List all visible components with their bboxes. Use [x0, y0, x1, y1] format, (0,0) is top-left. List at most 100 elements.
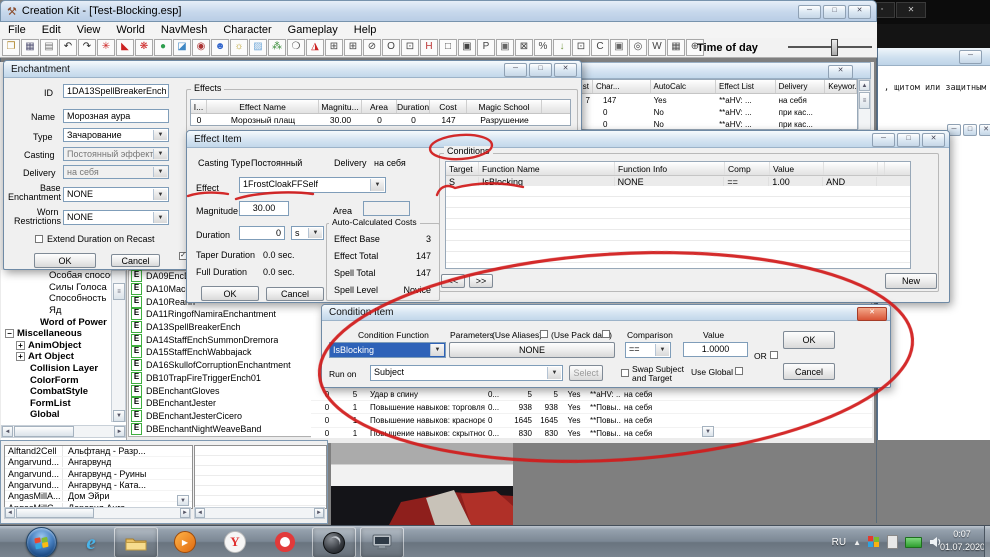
toolbar-icon[interactable]: ◣	[116, 39, 134, 56]
table-row[interactable]: 0No**aHV: ...при кас...	[579, 106, 857, 118]
tree-expander-icon[interactable]	[22, 376, 28, 385]
background-close-button[interactable]: ✕	[896, 2, 926, 18]
maximize-button[interactable]: □	[529, 63, 552, 77]
toolbar-icon[interactable]: □	[439, 39, 457, 56]
ok-button[interactable]: OK	[783, 331, 835, 349]
column-header[interactable]: Delivery	[776, 80, 826, 93]
scroll-right-icon[interactable]: ►	[180, 508, 190, 518]
tree-scrollbar[interactable]: ≡ ▼	[111, 270, 126, 422]
close-icon[interactable]: ✕	[979, 124, 990, 136]
menu-item[interactable]: File	[0, 24, 34, 36]
toolbar-icon[interactable]: ☼	[230, 39, 248, 56]
close-button[interactable]: ✕	[857, 307, 887, 321]
show-desktop-button[interactable]	[984, 526, 990, 557]
table-row[interactable]: 01Повышение навыков: скрытность и раз...…	[311, 428, 872, 438]
toolbar-icon[interactable]: ☻	[211, 39, 229, 56]
menu-item[interactable]: NavMesh	[153, 24, 215, 36]
toolbar-icon[interactable]: ◎	[629, 39, 647, 56]
toolbar-icon[interactable]: %	[534, 39, 552, 56]
menu-item[interactable]: Gameplay	[280, 24, 346, 36]
scroll-thumb[interactable]: ≡	[859, 92, 870, 109]
taskbar-explorer-button[interactable]	[114, 527, 158, 557]
scroll-down-icon[interactable]: ▼	[113, 410, 125, 422]
toolbar-icon[interactable]: ⊡	[572, 39, 590, 56]
tree-hscrollbar[interactable]: ◄ ►	[1, 425, 126, 438]
tree-item[interactable]: ColorForm	[1, 374, 126, 386]
column-header[interactable]: Value	[770, 162, 824, 175]
effect-item-titlebar[interactable]: Effect Item	[187, 131, 949, 148]
object-window-titlebar[interactable]: ✕	[575, 62, 871, 79]
parameters-button[interactable]: NONE	[449, 342, 615, 358]
table-header-row[interactable]: stChar...AutoCalcEffect ListDeliveryKeyw…	[579, 80, 857, 94]
tree-expander-icon[interactable]: +	[16, 352, 25, 361]
conditions-header-row[interactable]: TargetFunction NameFunction InfoCompValu…	[446, 162, 910, 176]
list-item[interactable]: E DA16SkullofCorruptionEnchantment	[128, 359, 311, 372]
minimize-button[interactable]: ─	[504, 63, 527, 77]
base-enchantment-dropdown[interactable]: NONE▼	[63, 187, 169, 202]
toolbar-icon[interactable]: ⊘	[363, 39, 381, 56]
effects-row[interactable]: 0Морозный плащ30.0000147Разрушение	[191, 114, 570, 126]
tree-item[interactable]: Яд	[1, 305, 126, 317]
tree-expander-icon[interactable]	[41, 283, 47, 292]
list-item[interactable]: E DA14StaffEnchSummonDremora	[128, 333, 311, 346]
toolbar-icon[interactable]: ❋	[135, 39, 153, 56]
toolbar-icon[interactable]: O	[382, 39, 400, 56]
condition-prev-button[interactable]: <<	[441, 274, 465, 288]
id-field[interactable]: 1DA13SpellBreakerEnch	[63, 84, 169, 98]
cancel-button[interactable]: Cancel	[266, 287, 324, 301]
use-aliases-checkbox[interactable]	[540, 330, 548, 338]
creation-kit-titlebar[interactable]: ⚒ Creation Kit - [Test-Blocking.esp]	[0, 0, 877, 22]
list-item[interactable]: E DBEnchantJester	[128, 397, 311, 410]
scroll-thumb[interactable]	[16, 508, 94, 518]
duration-field[interactable]: 0	[239, 226, 285, 240]
scroll-down-icon[interactable]: ▼	[177, 495, 189, 506]
menu-item[interactable]: Edit	[34, 24, 69, 36]
use-global-checkbox[interactable]	[735, 367, 743, 375]
toolbar-icon[interactable]: ⊡	[401, 39, 419, 56]
minimize-button[interactable]: ─	[872, 133, 895, 147]
tree-expander-icon[interactable]	[41, 306, 47, 315]
list-item[interactable]: E DBEnchantJesterCicero	[128, 410, 311, 423]
toolbar-icon[interactable]: ⊠	[515, 39, 533, 56]
close-button[interactable]: ✕	[828, 65, 853, 79]
scroll-left-icon[interactable]: ◄	[5, 508, 15, 518]
toolbar-icon[interactable]: ✳	[97, 39, 115, 56]
scroll-thumb[interactable]: ≡	[113, 283, 125, 300]
tree-item[interactable]: − Miscellaneous	[1, 328, 126, 340]
toolbar-icon[interactable]: ▣	[458, 39, 476, 56]
tree-item[interactable]: CombatStyle	[1, 386, 126, 398]
time-of-day-slider[interactable]	[788, 46, 872, 48]
worn-restrictions-dropdown[interactable]: NONE▼	[63, 210, 169, 225]
menu-item[interactable]: World	[108, 24, 153, 36]
table-row[interactable]: 7147Yes**aHV: ...на себя	[579, 94, 857, 106]
extend-duration-checkbox[interactable]	[35, 235, 43, 243]
tree-expander-icon[interactable]: +	[16, 341, 25, 350]
menu-item[interactable]: View	[69, 24, 109, 36]
taskbar-opera-icon[interactable]	[272, 530, 298, 554]
list-item[interactable]: E DA15StaffEnchWabbajack	[128, 346, 311, 359]
start-button[interactable]	[26, 527, 57, 557]
cell-row[interactable]: AngasMillA... Дом Эйри	[5, 491, 192, 502]
tree-item[interactable]: Global	[1, 409, 126, 421]
table-row[interactable]: 01Повышение навыков: торговля и однор...…	[311, 401, 872, 414]
enchantment-titlebar[interactable]: Enchantment	[4, 61, 581, 78]
toolbar-icon[interactable]: ⊞	[325, 39, 343, 56]
close-button[interactable]: ✕	[848, 5, 871, 19]
use-pack-data-checkbox[interactable]	[602, 330, 610, 338]
toolbar-icon[interactable]: ▨	[249, 39, 267, 56]
run-on-dropdown[interactable]: Subject▼	[370, 365, 563, 381]
chevron-down-icon[interactable]: ▼	[153, 212, 167, 223]
scroll-down-icon[interactable]: ▼	[702, 426, 714, 437]
toolbar-icon[interactable]: ⊞	[344, 39, 362, 56]
toolbar-icon[interactable]: ▦	[667, 39, 685, 56]
table-row[interactable]: 05Удар в спину0...55Yes**aHV: ...на себя	[311, 388, 872, 401]
column-header[interactable]	[824, 162, 878, 175]
tray-clipboard-icon[interactable]	[887, 535, 898, 549]
taskbar-ie-icon[interactable]: e	[78, 530, 104, 554]
toolbar-icon[interactable]: ▣	[496, 39, 514, 56]
toolbar-icon[interactable]: ▣	[610, 39, 628, 56]
scroll-right-icon[interactable]: ►	[114, 426, 125, 437]
tree-expander-icon[interactable]	[22, 364, 28, 373]
toolbar-icon[interactable]: ⁂	[268, 39, 286, 56]
ok-button[interactable]: OK	[34, 253, 96, 268]
